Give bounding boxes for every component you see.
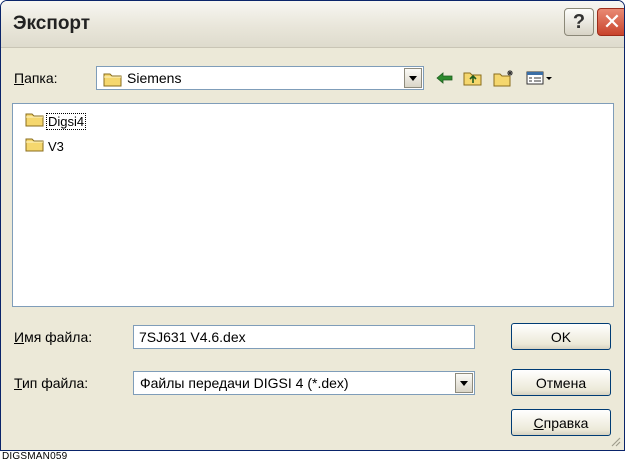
view-menu-icon[interactable] [525, 66, 555, 90]
filename-field[interactable]: 7SJ631 V4.6.dex [133, 325, 475, 349]
file-list[interactable]: Digsi4 V3 [12, 103, 614, 307]
cancel-button[interactable]: Отмена [511, 369, 611, 396]
dialog-title: Экспорт [13, 13, 91, 34]
filetype-value: Файлы передачи DIGSI 4 (*.dex) [140, 375, 349, 391]
export-dialog: Экспорт ? ✕ Папка: Siemens Digsi4 V3 Имя… [0, 0, 625, 451]
title-bar[interactable]: Экспорт ? ✕ [1, 1, 624, 48]
folder-combo[interactable]: Siemens [96, 66, 424, 90]
folder-label: Папка: [14, 70, 58, 86]
filetype-label: Тип файла: [14, 375, 89, 391]
close-button[interactable]: ✕ [597, 8, 624, 36]
folder-icon [25, 137, 45, 155]
folder-icon [103, 71, 123, 90]
list-item[interactable]: V3 [25, 137, 65, 155]
folder-icon [25, 112, 45, 130]
filename-label: Имя файла: [14, 329, 93, 345]
chevron-down-icon[interactable] [455, 373, 473, 393]
up-folder-icon[interactable] [461, 66, 485, 90]
close-icon: ✕ [602, 9, 622, 34]
filetype-combo[interactable]: Файлы передачи DIGSI 4 (*.dex) [133, 371, 475, 395]
figure-caption: DIGSMAN059 [2, 451, 68, 462]
ok-button[interactable]: OK [511, 323, 611, 350]
list-item[interactable]: Digsi4 [25, 112, 87, 130]
help-action-button[interactable]: Справка [511, 409, 611, 436]
back-icon[interactable] [433, 66, 457, 90]
new-folder-icon[interactable] [491, 66, 517, 90]
file-item-name: V3 [48, 138, 64, 154]
help-icon: ? [572, 10, 586, 33]
chevron-down-icon[interactable] [404, 68, 422, 88]
help-button[interactable]: ? [564, 8, 594, 36]
resize-grip-icon[interactable] [609, 435, 621, 447]
current-folder: Siemens [127, 70, 182, 86]
file-item-name: Digsi4 [45, 112, 87, 130]
